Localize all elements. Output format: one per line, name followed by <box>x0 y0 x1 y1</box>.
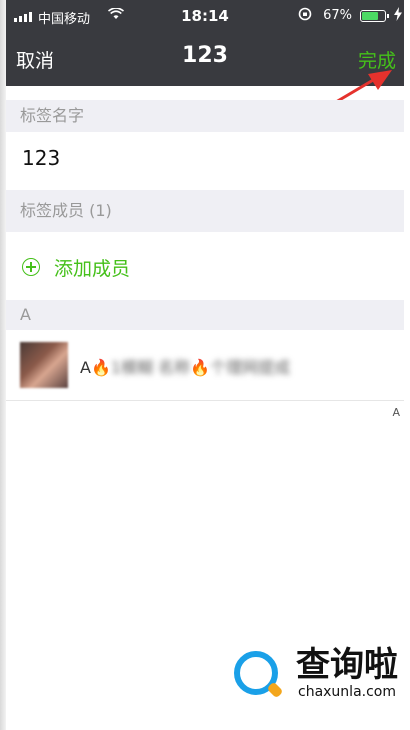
status-bar: 中国移动 18:14 67% <box>6 0 404 34</box>
watermark-name: 查询啦 <box>296 645 398 685</box>
avatar <box>20 342 68 388</box>
rotation-lock-icon <box>298 7 312 25</box>
battery-icon <box>360 10 389 22</box>
add-member-label: 添加成员 <box>54 258 131 280</box>
add-member-row[interactable]: 添加成员 <box>6 232 404 300</box>
index-section-letter: A <box>20 305 31 324</box>
add-circle-icon <box>22 258 40 276</box>
tag-name-input[interactable]: 123 <box>22 146 60 170</box>
member-name: A🔥1模糊 名称🔥个理网提成 <box>80 358 291 377</box>
fire-emoji: 🔥 <box>90 358 111 377</box>
battery-level-fill <box>362 12 379 20</box>
watermark-logo: 查询啦 chaxunla.com <box>234 646 398 700</box>
tag-name-row[interactable]: 123 <box>6 132 404 190</box>
watermark-domain: chaxunla.com <box>298 684 396 700</box>
tag-name-section-header: 标签名字 <box>6 100 404 132</box>
members-section-header: 标签成员 (1) <box>6 190 404 232</box>
index-bar-letter[interactable]: A <box>392 406 400 419</box>
index-section-header: A <box>6 300 404 330</box>
member-list-item[interactable]: A🔥1模糊 名称🔥个理网提成 <box>6 330 404 401</box>
members-header-label: 标签成员 (1) <box>20 201 112 220</box>
battery-percentage: 67% <box>323 8 352 23</box>
charging-bolt-icon <box>394 7 402 25</box>
magnifier-icon <box>234 651 278 695</box>
tag-name-header-label: 标签名字 <box>20 106 85 125</box>
fire-emoji: 🔥 <box>190 358 211 377</box>
